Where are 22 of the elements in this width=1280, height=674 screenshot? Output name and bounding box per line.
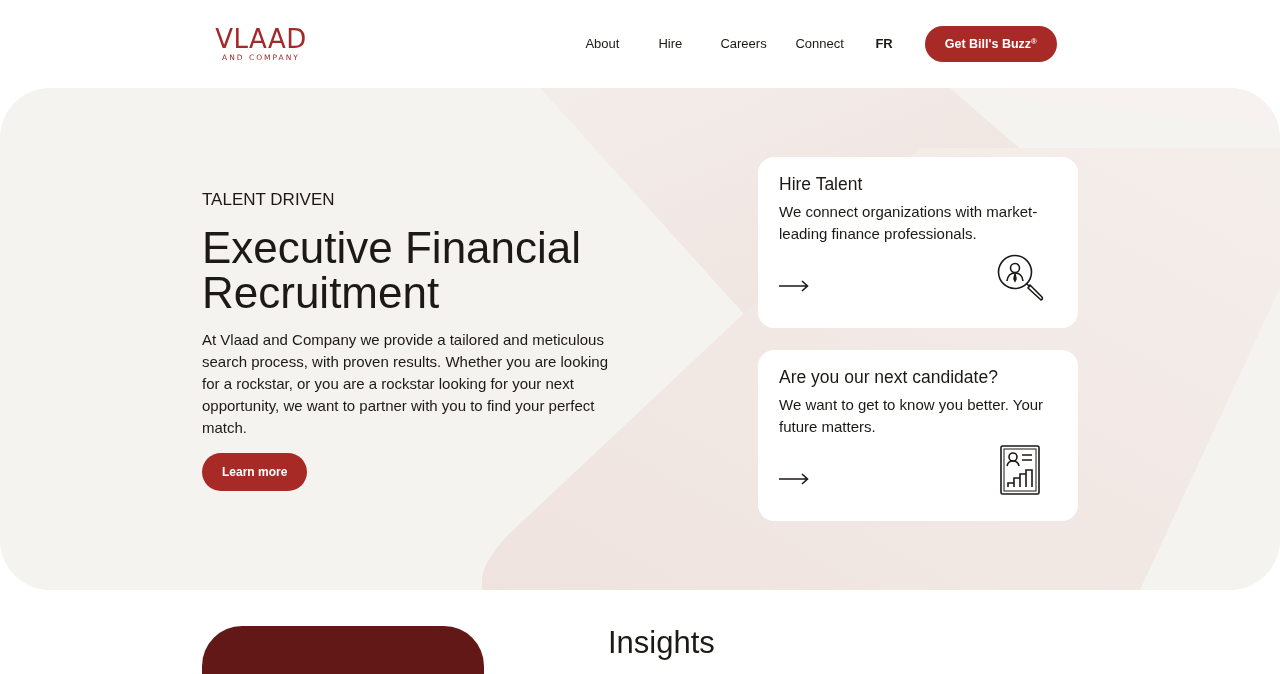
nav-link[interactable]: Careers — [720, 30, 767, 58]
logo-wordmark: VLAAD — [214, 26, 308, 53]
nav-link[interactable]: Hire — [658, 30, 683, 58]
arrow-right-icon[interactable] — [779, 280, 809, 292]
nav-link[interactable]: Connect — [795, 30, 844, 58]
eyebrow-text: TALENT DRIVEN — [202, 189, 336, 212]
nav-link[interactable]: About — [585, 30, 620, 58]
language-link[interactable]: FR — [875, 30, 893, 58]
card-description: We want to get to know you better. Your future matters. — [779, 395, 1045, 437]
resume-chart-icon — [1000, 445, 1040, 495]
get-buzz-button[interactable]: Get Bill's Buzz$^{®}$ — [924, 25, 1057, 63]
card-description: We connect organizations with market-leading finance professionals. — [779, 202, 1039, 244]
learn-more-button[interactable]: Learn more — [202, 452, 308, 491]
magnifier-person-icon — [997, 254, 1045, 302]
link-card[interactable]: Hire Talent We connect organizations with market-leading finance professionals. — [758, 157, 1078, 328]
insights-heading: Insights — [608, 626, 715, 660]
card-title: Hire Talent — [779, 174, 864, 195]
card-title: Are you our next candidate? — [779, 367, 999, 388]
hero-description: At Vlaad and Company we provide a tailored and meticulous search process, with proven results. Whether you are looking for a rockstar, or you are a rockstar looking for your next opportunity, we want to partner with you to find your perfect match. — [202, 329, 610, 438]
arrow-right-icon[interactable] — [779, 473, 809, 485]
hero-heading: Executive Financial Recruitment — [202, 224, 583, 315]
link-card[interactable]: Are you our next candidate? We want to get to know you better. Your future matters. — [758, 350, 1078, 521]
